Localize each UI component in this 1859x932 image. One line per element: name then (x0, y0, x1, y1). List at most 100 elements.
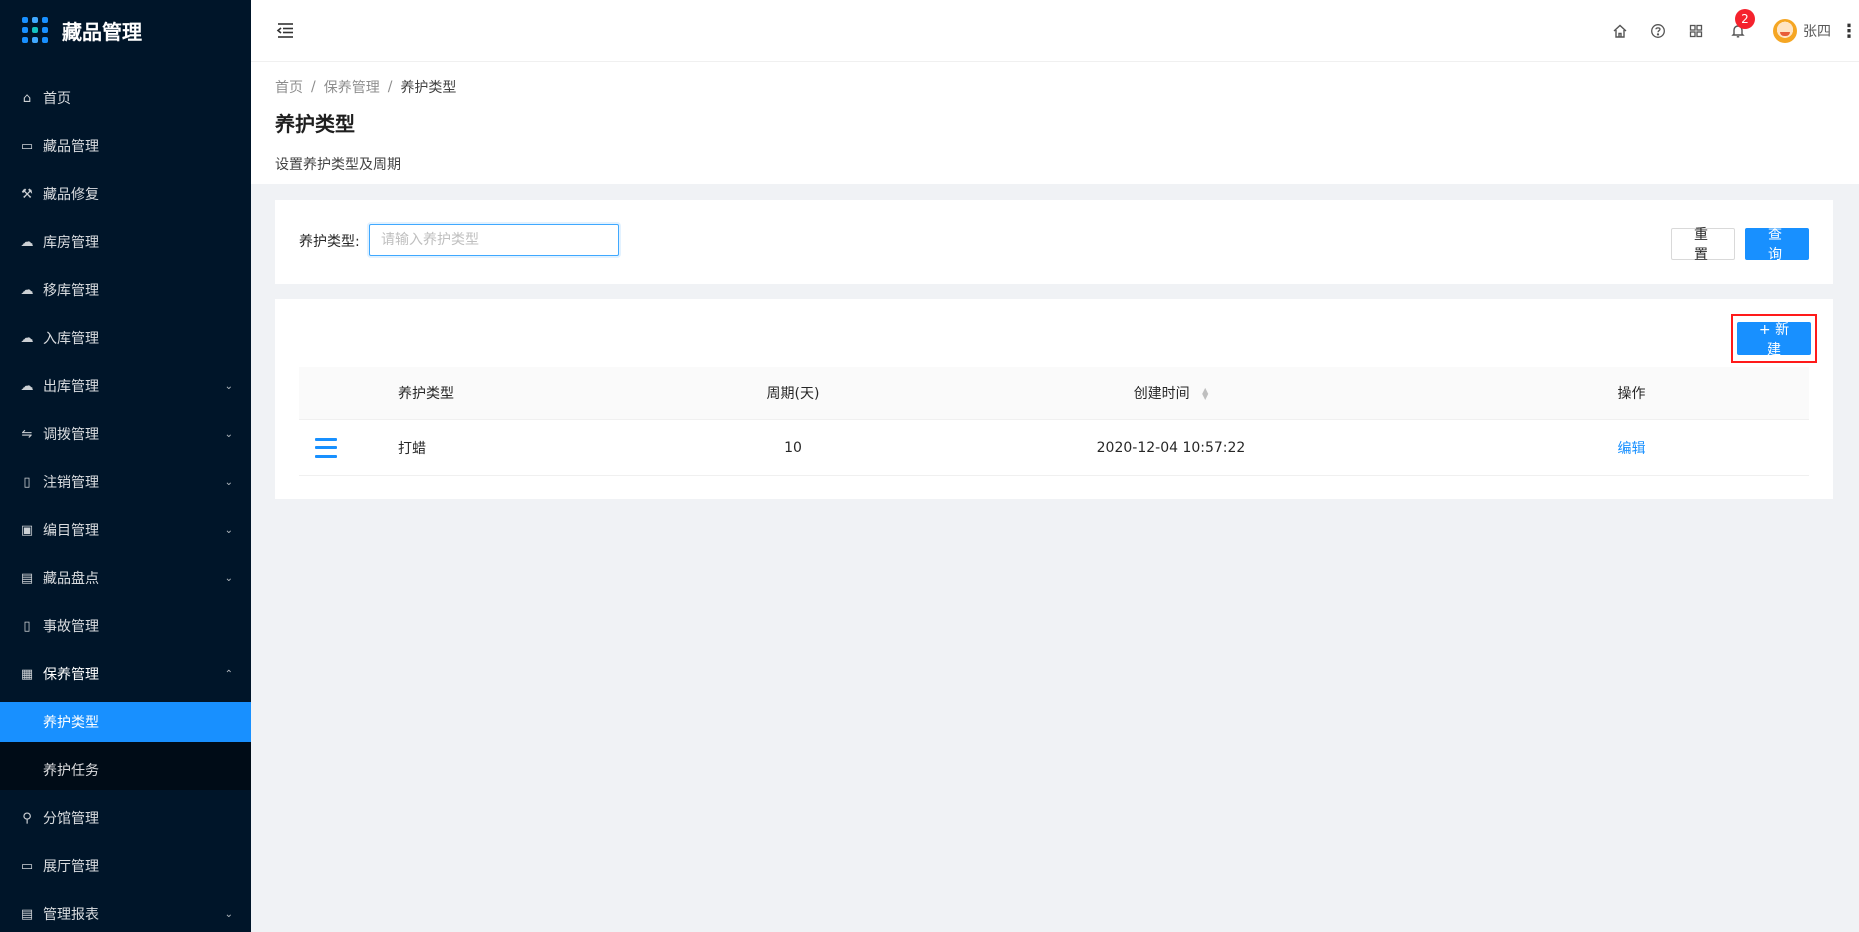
home-icon: ⌂ (22, 90, 32, 106)
sidebar-item-reports[interactable]: ▤ 管理报表 ⌄ (0, 894, 251, 932)
help-icon[interactable] (1639, 0, 1677, 62)
drag-handle-icon[interactable] (315, 437, 337, 458)
bell-icon[interactable]: 2 (1715, 0, 1761, 62)
sidebar-item-label: 藏品修复 (43, 187, 99, 203)
column-header-type: 养护类型 (398, 386, 454, 402)
maintenance-submenu: 养护类型 养护任务 (0, 702, 251, 790)
sidebar-menu: ⌂ 首页 ▭ 藏品管理 ⚒ 藏品修复 ☁ 库房管理 ☁ 移库管理 ☁ 入库管理 … (0, 78, 251, 932)
logo[interactable]: 藏品管理 (0, 0, 251, 60)
avatar (1773, 19, 1797, 43)
chevron-down-icon: ⌄ (224, 428, 233, 440)
chevron-down-icon: ⌄ (224, 524, 233, 536)
breadcrumb-item-home[interactable]: 首页 (275, 77, 303, 97)
drag-cell (299, 437, 398, 458)
query-button[interactable]: 查询 (1745, 227, 1809, 263)
sidebar-item-label: 保养管理 (43, 667, 99, 683)
search-form: 养护类型: 重置 查询 (275, 200, 1833, 284)
sidebar-item-label: 库房管理 (43, 235, 99, 251)
cell-type: 打蜡 (398, 440, 426, 457)
transfer-icon: ⇋ (21, 426, 33, 442)
breadcrumb-item-maintenance[interactable]: 保养管理 (324, 77, 380, 97)
cell-created: 2020-12-04 10:57:22 (1096, 439, 1246, 456)
accident-icon: ▯ (23, 618, 31, 634)
cloud-icon: ☁ (20, 234, 34, 250)
cloud-sync-icon: ☁ (20, 282, 34, 298)
sidebar-item-label: 养护任务 (43, 763, 99, 779)
page-description: 设置养护类型及周期 (275, 157, 401, 173)
sort-icon[interactable]: ▲ ▼ (1202, 387, 1208, 401)
chevron-down-icon: ⌄ (224, 476, 233, 488)
edit-link[interactable]: 编辑 (1618, 441, 1646, 457)
sidebar-item-maintenance-tasks[interactable]: 养护任务 (0, 750, 251, 790)
sidebar-item-inbound[interactable]: ☁ 入库管理 (0, 318, 251, 358)
sidebar-item-label: 管理报表 (43, 907, 99, 923)
cloud-upload-icon: ☁ (20, 330, 34, 346)
maintenance-icon: ▦ (20, 666, 34, 682)
home-icon[interactable] (1601, 0, 1639, 62)
sidebar-item-cancellation[interactable]: ▯ 注销管理 ⌄ (0, 462, 251, 502)
highlight-box: + 新建 (1731, 314, 1817, 363)
more-vertical-icon[interactable]: ⋮ (1839, 0, 1859, 62)
cell-ops: 编辑 (1454, 438, 1809, 458)
notification-badge: 2 (1735, 9, 1755, 29)
breadcrumb-separator: / (311, 79, 316, 95)
column-header-ops: 操作 (1617, 386, 1646, 402)
header-actions: 2 张四 ⋮ (1601, 0, 1859, 62)
maintenance-type-table: 养护类型 周期(天) 创建时间 ▲ ▼ 操作 打蜡 10 2020-12-04 1… (299, 367, 1809, 476)
table-row: 打蜡 10 2020-12-04 10:57:22 编辑 (299, 420, 1809, 476)
app-title: 藏品管理 (62, 19, 142, 44)
column-header-created-label: 创建时间 (1133, 386, 1190, 402)
breadcrumb-item-current: 养护类型 (400, 80, 457, 96)
sidebar-item-label: 首页 (43, 91, 71, 107)
chevron-down-icon: ⌄ (224, 908, 233, 920)
sidebar-item-maintenance[interactable]: ▦ 保养管理 ⌃ (0, 654, 251, 694)
sidebar-item-label: 注销管理 (43, 475, 99, 491)
user-menu[interactable]: 张四 (1761, 0, 1839, 62)
sidebar-item-storage[interactable]: ☁ 库房管理 (0, 222, 251, 262)
column-header-period: 周期(天) (766, 386, 820, 402)
table-card: + 新建 养护类型 周期(天) 创建时间 ▲ ▼ 操作 打蜡 10 2020-12… (275, 299, 1833, 499)
calendar-icon: ▭ (20, 138, 34, 154)
cell-period: 10 (784, 439, 802, 456)
sidebar-item-collections[interactable]: ▭ 藏品管理 (0, 126, 251, 166)
sidebar-item-label: 编目管理 (43, 523, 99, 539)
sidebar-item-label: 调拨管理 (43, 427, 99, 443)
maintenance-type-input[interactable] (369, 224, 619, 256)
sidebar-item-label: 移库管理 (43, 283, 99, 299)
file-icon: ▯ (23, 474, 31, 490)
catalog-icon: ▣ (20, 522, 34, 538)
sidebar-item-outbound[interactable]: ☁ 出库管理 ⌄ (0, 366, 251, 406)
sidebar-item-restoration[interactable]: ⚒ 藏品修复 (0, 174, 251, 214)
wrench-icon: ⚒ (21, 186, 33, 202)
table-header: 养护类型 周期(天) 创建时间 ▲ ▼ 操作 (299, 367, 1809, 420)
sidebar-item-inventory[interactable]: ▤ 藏品盘点 ⌄ (0, 558, 251, 598)
top-header: 2 张四 ⋮ (251, 0, 1859, 62)
sidebar-item-label: 事故管理 (43, 619, 99, 635)
branch-icon: ⚲ (22, 810, 32, 826)
sidebar-item-label: 展厅管理 (43, 859, 99, 875)
column-header-created[interactable]: 创建时间 ▲ ▼ (888, 383, 1454, 403)
sidebar-item-home[interactable]: ⌂ 首页 (0, 78, 251, 118)
sidebar-item-halls[interactable]: ▭ 展厅管理 (0, 846, 251, 886)
menu-fold-icon[interactable] (275, 20, 295, 40)
sidebar-item-label: 藏品管理 (43, 139, 99, 155)
reset-button[interactable]: 重置 (1671, 227, 1735, 263)
new-button[interactable]: + 新建 (1737, 322, 1811, 358)
sidebar-item-branches[interactable]: ⚲ 分馆管理 (0, 798, 251, 838)
sidebar-item-label: 出库管理 (43, 379, 99, 395)
apps-icon[interactable] (1677, 0, 1715, 62)
page-header: 首页 / 保养管理 / 养护类型 养护类型 设置养护类型及周期 (251, 62, 1859, 184)
report-icon: ▤ (20, 906, 34, 922)
hall-icon: ▭ (20, 858, 34, 874)
sidebar-item-label: 分馆管理 (43, 811, 99, 827)
sidebar-item-label: 入库管理 (43, 331, 99, 347)
sidebar-item-label: 养护类型 (43, 715, 99, 731)
sidebar-item-cataloging[interactable]: ▣ 编目管理 ⌄ (0, 510, 251, 550)
page-title: 养护类型 (275, 112, 355, 136)
sidebar-item-transfer[interactable]: ⇋ 调拨管理 ⌄ (0, 414, 251, 454)
search-label: 养护类型: (299, 234, 360, 250)
sidebar-item-accidents[interactable]: ▯ 事故管理 (0, 606, 251, 646)
app-grid-logo-icon (22, 17, 48, 43)
sidebar-item-relocation[interactable]: ☁ 移库管理 (0, 270, 251, 310)
sidebar-item-maintenance-types[interactable]: 养护类型 (0, 702, 251, 742)
